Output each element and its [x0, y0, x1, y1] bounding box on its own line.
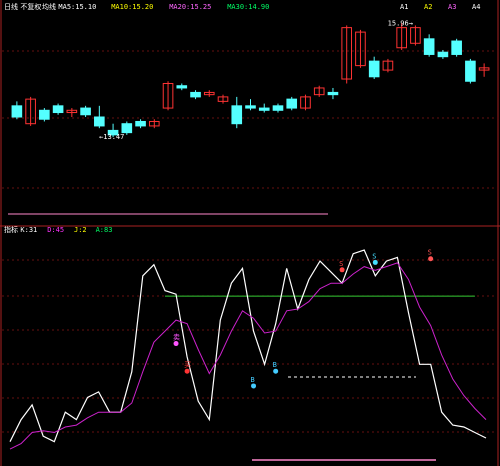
- candle-body: [272, 105, 284, 111]
- candle-body: [231, 105, 243, 125]
- candle-body: [451, 40, 462, 55]
- indicator-signal-label: 买: [184, 361, 191, 369]
- indicator-signal-marker: [173, 341, 179, 347]
- indicator-signal-marker: [184, 368, 190, 374]
- main-header-text: MA5:15.10: [58, 3, 96, 11]
- main-header-right-text: A1: [400, 3, 408, 11]
- main-header-text: MA10:15.20: [111, 3, 153, 11]
- indicator-signal-marker: [428, 256, 434, 262]
- candle-body: [286, 98, 298, 109]
- indicator-signal-label: S: [428, 249, 432, 257]
- main-header-text: MA30:14.90: [227, 3, 269, 11]
- candle-body: [176, 85, 188, 89]
- indicator-header-text: K:31: [20, 226, 37, 234]
- indicator-signal-label: S: [339, 260, 343, 268]
- candle-body: [368, 60, 380, 78]
- candle-body: [465, 60, 476, 82]
- indicator-signal-marker: [273, 368, 279, 374]
- candle-body: [258, 107, 270, 111]
- indicator-signal-label: 卖: [173, 334, 180, 342]
- candle-body: [437, 51, 449, 58]
- indicator-header-text: D:45: [47, 226, 64, 234]
- stock-chart: ←13.47 15.96→ 日线 不复权 均线 MA5:15.10 MA10:15.20 MA…: [0, 0, 500, 466]
- main-header-right-text: A2: [424, 3, 432, 11]
- candle-body: [52, 105, 64, 114]
- main-header-text: MA20:15.25: [169, 3, 211, 11]
- price-annotation: ←13.47: [99, 133, 124, 141]
- candle-body: [327, 91, 339, 96]
- candle-body: [80, 107, 91, 116]
- candle-body: [121, 123, 133, 134]
- indicator-header-text: A:83: [96, 226, 113, 234]
- indicator-signal-marker: [372, 259, 378, 265]
- candle-body: [39, 109, 50, 120]
- candle-body: [135, 120, 146, 127]
- price-annotation: 15.96→: [388, 19, 413, 27]
- indicator-series-line: [9, 262, 487, 450]
- candle-body: [190, 91, 201, 98]
- indicator-signal-label: S: [372, 252, 376, 260]
- indicator-signal-marker: [251, 383, 257, 389]
- main-header-text: 日线: [4, 2, 18, 11]
- main-header-right-text: A4: [472, 3, 480, 11]
- candle-body: [11, 105, 23, 118]
- main-header-right-text: A3: [448, 3, 456, 11]
- candle-body: [245, 105, 256, 109]
- indicator-signal-label: B: [273, 361, 277, 369]
- candle-body: [94, 116, 105, 127]
- indicator-header-text: 指标: [4, 225, 18, 234]
- main-header-text: 均线: [42, 2, 56, 11]
- main-header-text: 不复权: [20, 2, 41, 11]
- indicator-signal-marker: [339, 267, 345, 273]
- indicator-series-line: [9, 249, 487, 443]
- indicator-signal-label: B: [251, 376, 255, 384]
- indicator-header-text: J:2: [74, 226, 87, 234]
- candle-body: [423, 38, 435, 55]
